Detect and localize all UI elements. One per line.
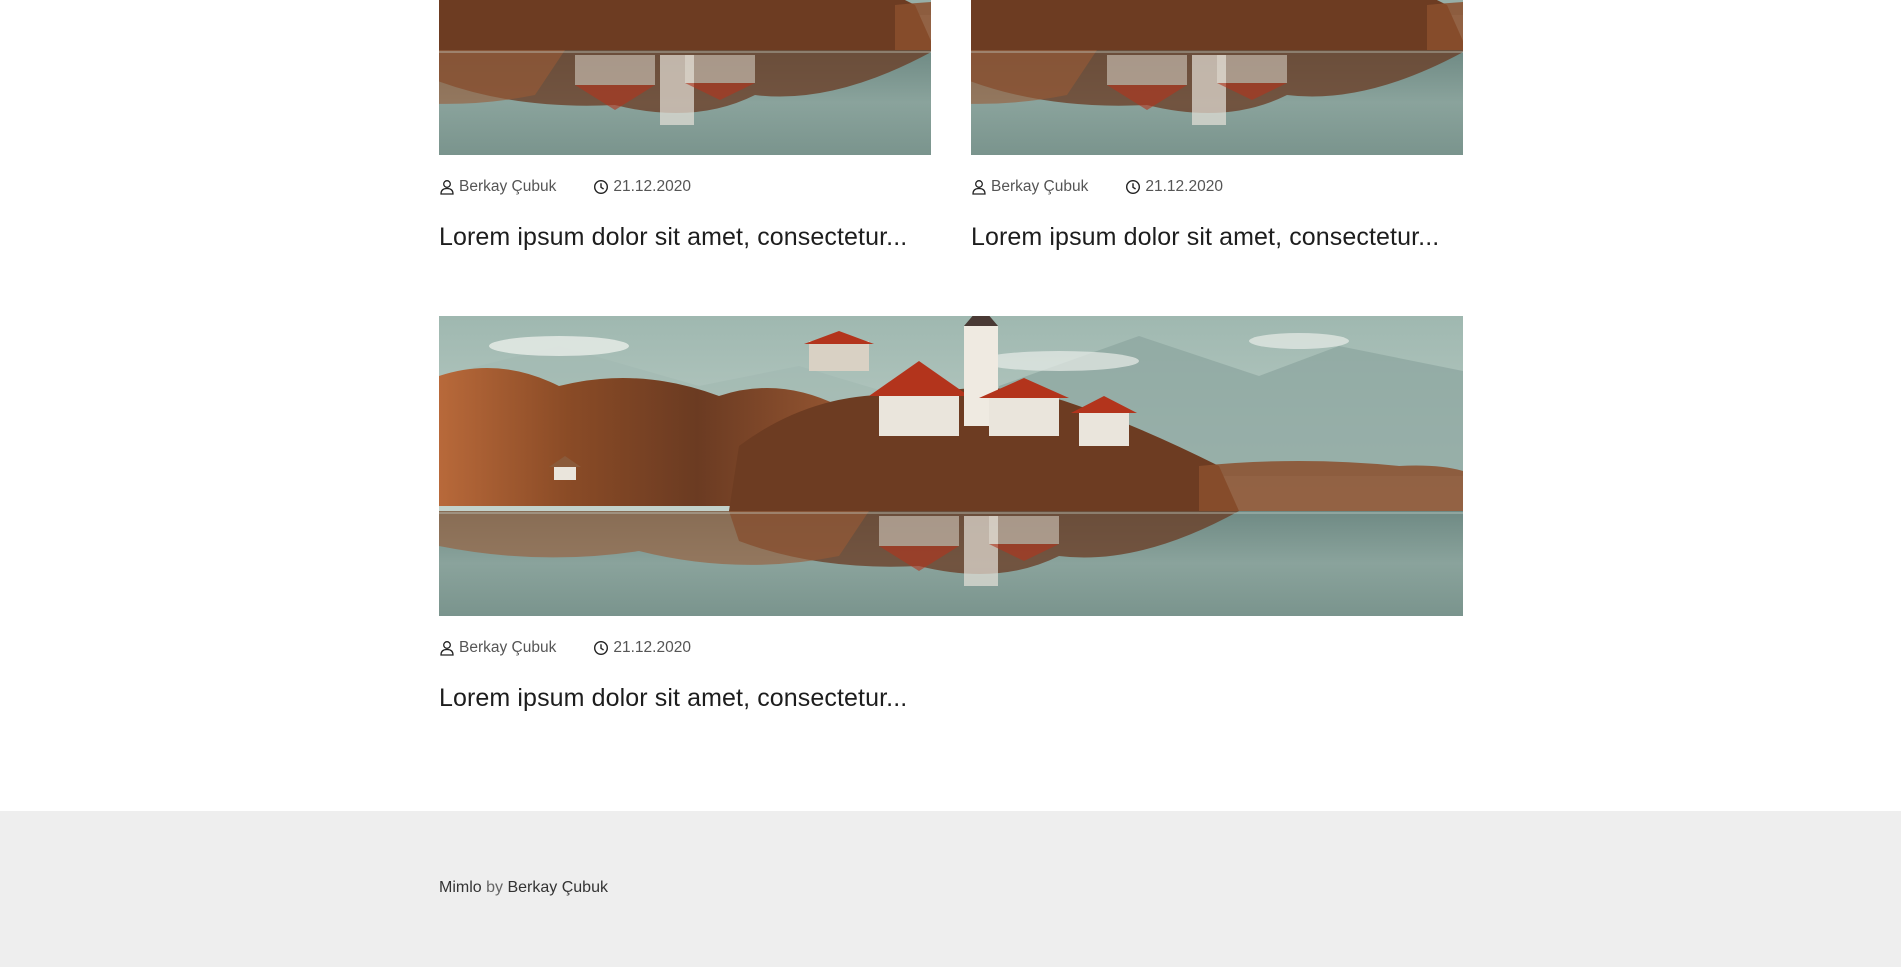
lake-church-image (439, 316, 1463, 616)
post-thumbnail[interactable] (439, 0, 931, 155)
footer-by-text: by (486, 879, 504, 896)
post-date-text: 21.12.2020 (613, 178, 691, 195)
user-icon (972, 180, 986, 195)
post-meta: Berkay Çubuk 21.12.2020 (971, 177, 1463, 197)
post-thumbnail[interactable] (439, 316, 1463, 616)
post-card[interactable]: Berkay Çubuk 21.12.2020 Lorem ipsum dolo… (971, 0, 1463, 252)
clock-icon (594, 179, 609, 195)
footer-author-link[interactable]: Berkay Çubuk (507, 879, 608, 896)
posts-grid: Berkay Çubuk 21.12.2020 Lorem ipsum dolo… (439, 0, 1463, 713)
lake-church-image (971, 0, 1463, 155)
site-footer: Mimlo by Berkay Çubuk (0, 811, 1901, 967)
footer-site-name[interactable]: Mimlo (439, 879, 482, 896)
post-author[interactable]: Berkay Çubuk (971, 178, 1088, 196)
post-date: 21.12.2020 (593, 639, 691, 657)
clock-icon (594, 640, 609, 656)
post-thumbnail[interactable] (971, 0, 1463, 155)
clock-icon (1126, 179, 1141, 195)
user-icon (440, 641, 454, 656)
post-meta: Berkay Çubuk 21.12.2020 (439, 638, 1463, 658)
post-title[interactable]: Lorem ipsum dolor sit amet, consectetur.… (971, 223, 1463, 252)
post-date-text: 21.12.2020 (1145, 178, 1223, 195)
post-author[interactable]: Berkay Çubuk (439, 639, 556, 657)
footer-credit: Mimlo by Berkay Çubuk (439, 879, 608, 897)
post-author[interactable]: Berkay Çubuk (439, 178, 556, 196)
post-title[interactable]: Lorem ipsum dolor sit amet, consectetur.… (439, 223, 931, 252)
posts-container: Berkay Çubuk 21.12.2020 Lorem ipsum dolo… (439, 0, 1463, 713)
post-author-name: Berkay Çubuk (459, 178, 557, 195)
post-author-name: Berkay Çubuk (991, 178, 1089, 195)
post-card[interactable]: Berkay Çubuk 21.12.2020 Lorem ipsum dolo… (439, 316, 1463, 713)
post-author-name: Berkay Çubuk (459, 639, 557, 656)
post-date: 21.12.2020 (593, 178, 691, 196)
post-card[interactable]: Berkay Çubuk 21.12.2020 Lorem ipsum dolo… (439, 0, 931, 252)
post-date: 21.12.2020 (1125, 178, 1223, 196)
user-icon (440, 180, 454, 195)
post-title[interactable]: Lorem ipsum dolor sit amet, consectetur.… (439, 684, 1463, 713)
lake-church-image (439, 0, 931, 155)
post-date-text: 21.12.2020 (613, 639, 691, 656)
post-meta: Berkay Çubuk 21.12.2020 (439, 177, 931, 197)
